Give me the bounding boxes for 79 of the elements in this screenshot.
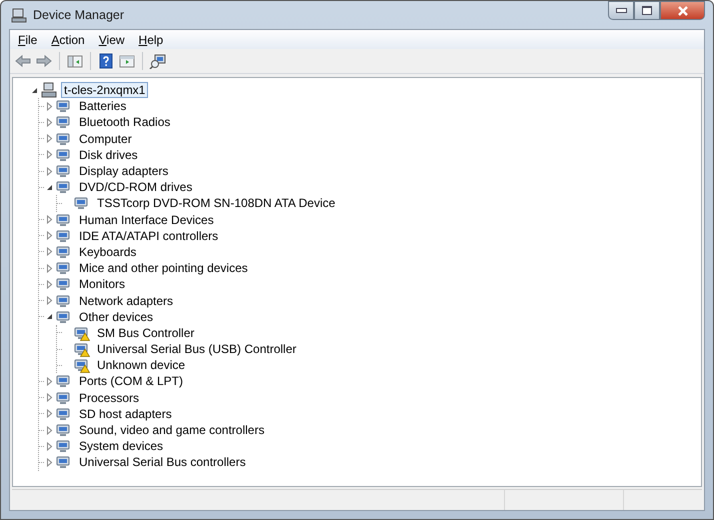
device-icon: [56, 260, 72, 276]
device-icon: [56, 244, 72, 260]
device-icon: [56, 454, 72, 470]
tree-item[interactable]: Display adapters: [76, 163, 172, 180]
expand-icon[interactable]: [44, 150, 54, 160]
expand-icon[interactable]: [44, 247, 54, 256]
menu-item[interactable]: View: [92, 32, 131, 48]
expand-icon[interactable]: [44, 376, 54, 386]
expand-icon[interactable]: [44, 134, 54, 144]
tree-item[interactable]: System devices: [76, 438, 166, 454]
tree-item[interactable]: Sound, video and game controllers: [76, 422, 268, 438]
device-icon: [56, 130, 72, 147]
expand-icon[interactable]: [44, 442, 54, 451]
computer-icon: [11, 7, 27, 23]
tree-item[interactable]: SD host adapters: [76, 406, 175, 422]
tree-item[interactable]: Universal Serial Bus (USB) Controller: [94, 341, 300, 358]
device-icon: [56, 438, 72, 454]
expand-icon[interactable]: [44, 280, 54, 289]
expand-icon[interactable]: [44, 409, 54, 418]
tree-item[interactable]: Ports (COM & LPT): [76, 373, 186, 390]
tree-item[interactable]: t-cles-2nxqmx1: [61, 82, 148, 98]
forward-arrow-icon[interactable]: [35, 53, 53, 69]
expand-icon[interactable]: [44, 102, 54, 111]
menu-item[interactable]: Action: [45, 32, 91, 48]
maximize-button[interactable]: [634, 1, 660, 20]
device-icon: [56, 114, 72, 130]
tree-item[interactable]: Other devices: [76, 308, 156, 325]
tree-item[interactable]: Network adapters: [76, 292, 176, 309]
tree-item[interactable]: DVD/CD-ROM drives: [76, 179, 196, 196]
collapse-icon[interactable]: [44, 312, 54, 322]
device-icon: [56, 98, 72, 114]
expand-icon[interactable]: [44, 118, 54, 127]
tree-item[interactable]: Disk drives: [76, 146, 141, 163]
expand-icon[interactable]: [44, 166, 54, 176]
tree-item[interactable]: Bluetooth Radios: [76, 114, 174, 130]
device-icon: [56, 373, 72, 390]
device-icon: [56, 390, 72, 406]
menu-item[interactable]: File: [12, 32, 44, 48]
collapse-icon[interactable]: [44, 182, 54, 192]
device-icon: [56, 212, 72, 228]
device-icon: [56, 292, 72, 309]
expand-icon[interactable]: [44, 296, 54, 306]
help-icon[interactable]: [97, 53, 115, 69]
device-icon: [56, 228, 72, 244]
tree-item[interactable]: Mice and other pointing devices: [76, 260, 251, 276]
expand-icon[interactable]: [44, 264, 54, 273]
tree-item[interactable]: Unknown device: [94, 357, 188, 374]
minimize-button[interactable]: [608, 1, 634, 20]
device-icon: [56, 406, 72, 422]
tree-item[interactable]: Universal Serial Bus controllers: [76, 454, 249, 470]
computer-icon: [41, 82, 57, 98]
menu-item[interactable]: Help: [132, 32, 170, 48]
window-title: Device Manager: [33, 8, 124, 22]
tree-item[interactable]: Batteries: [76, 98, 130, 114]
tree-item[interactable]: Human Interface Devices: [76, 212, 217, 228]
expand-icon[interactable]: [44, 458, 54, 467]
expand-icon[interactable]: [44, 426, 54, 435]
scan-hardware-icon[interactable]: [149, 53, 167, 69]
collapse-icon[interactable]: [30, 86, 38, 95]
expand-icon[interactable]: [44, 231, 54, 240]
expand-icon[interactable]: [44, 215, 54, 224]
device-icon: [56, 276, 72, 292]
tree-item[interactable]: Computer: [76, 130, 135, 147]
close-button[interactable]: [660, 1, 705, 20]
close-icon: [676, 6, 688, 16]
expand-icon[interactable]: [44, 393, 54, 402]
tree-item[interactable]: Keyboards: [76, 244, 140, 260]
tree-item[interactable]: Monitors: [76, 276, 128, 292]
tree-item[interactable]: Processors: [76, 390, 142, 406]
device-icon: [56, 146, 72, 163]
back-arrow-icon[interactable]: [14, 53, 32, 69]
device-icon: [56, 422, 72, 438]
device-icon: [56, 163, 72, 180]
device-icon: [56, 179, 72, 196]
tree-item[interactable]: SM Bus Controller: [94, 324, 198, 341]
tree-item[interactable]: TSSTcorp DVD-ROM SN-108DN ATA Device: [94, 195, 338, 212]
device-icon: [56, 308, 72, 325]
tree-item[interactable]: IDE ATA/ATAPI controllers: [76, 228, 222, 244]
panel-icon[interactable]: [66, 53, 84, 69]
